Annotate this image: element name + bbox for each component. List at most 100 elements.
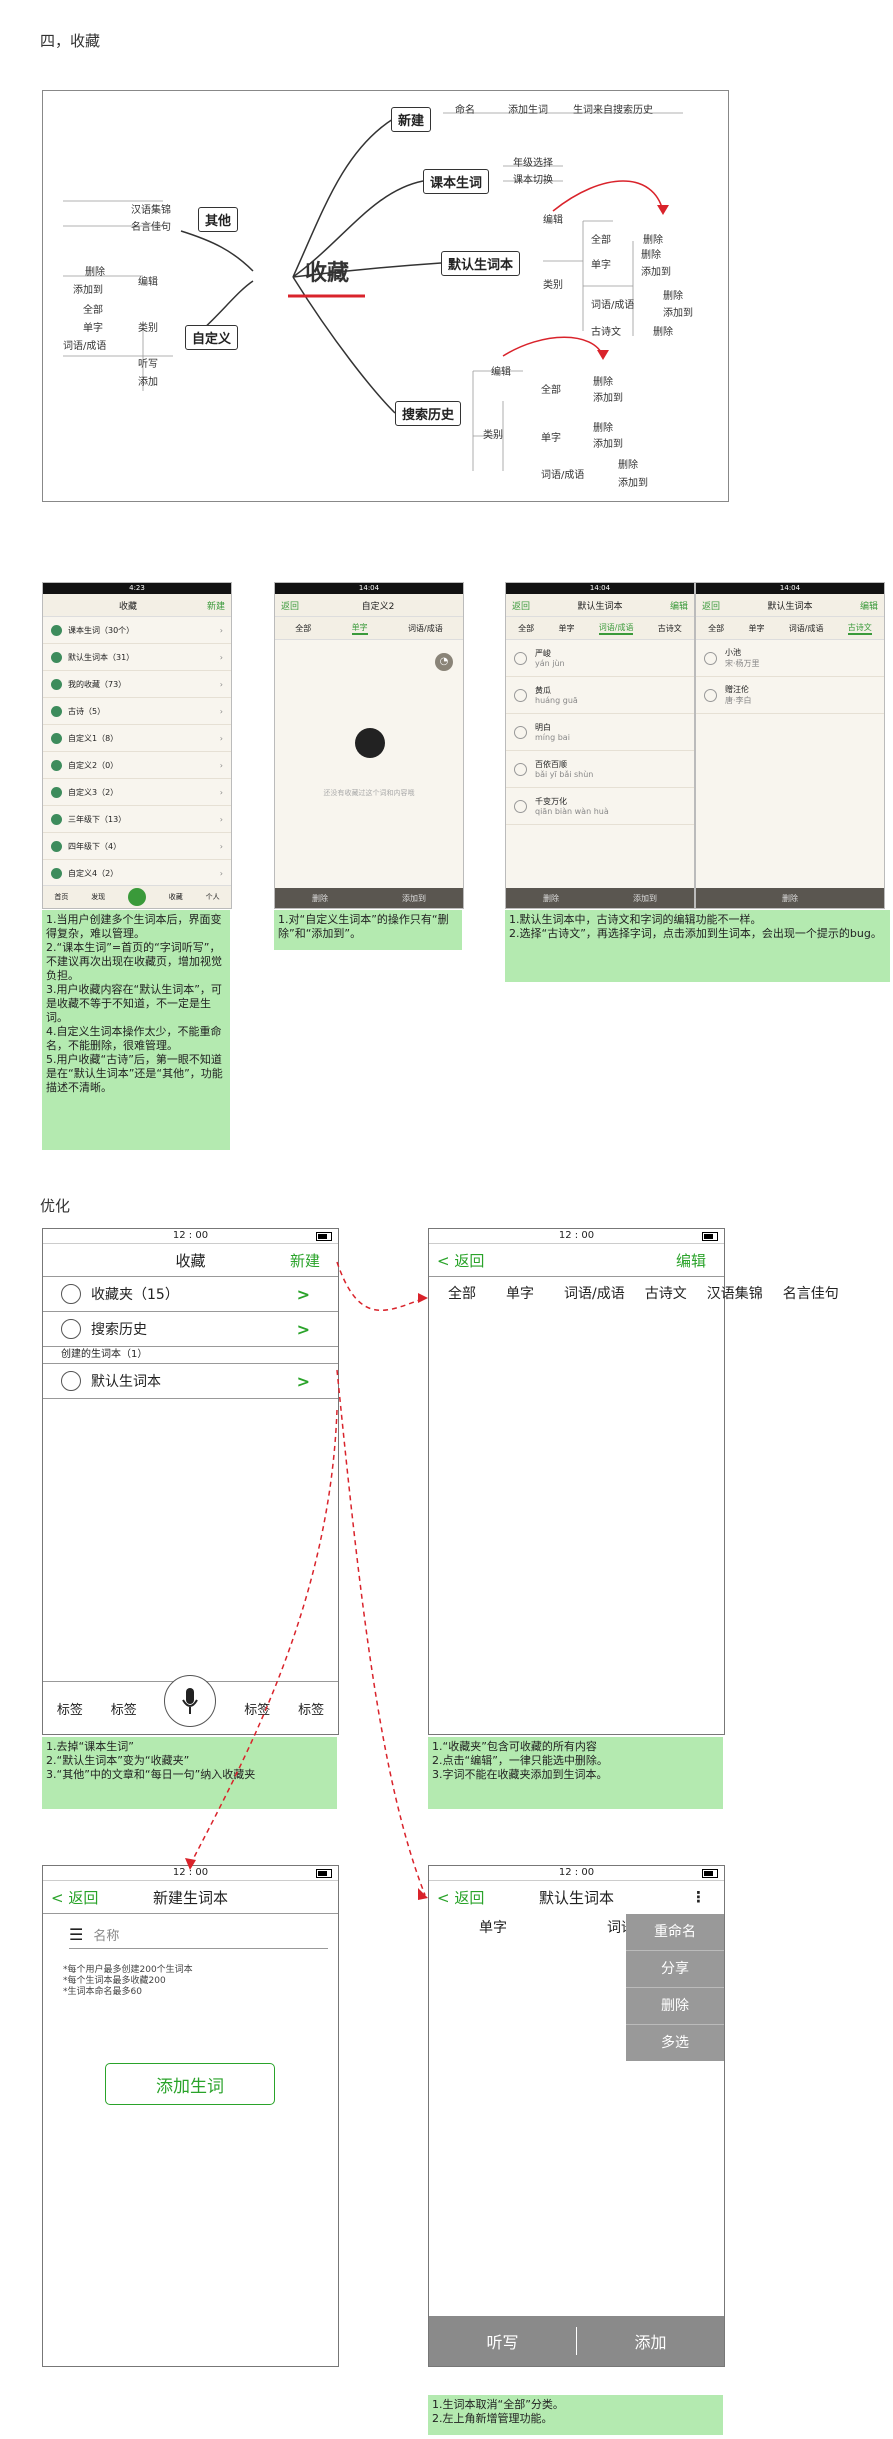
list-item[interactable]: 古诗（5） › — [43, 698, 231, 725]
name-field[interactable]: ☰ 名称 — [69, 1920, 328, 1949]
menu-item-rename[interactable]: 重命名 — [626, 1914, 724, 1951]
back-button[interactable]: 返回 — [512, 599, 530, 612]
list-item[interactable]: 我的收藏（73） › — [43, 671, 231, 698]
back-button[interactable]: < 返回 — [437, 1887, 484, 1908]
tag[interactable]: 标签 — [57, 1699, 83, 1718]
book-icon — [51, 705, 62, 717]
nav-bar: 收藏 新建 — [43, 594, 231, 617]
tab[interactable]: 古诗文 — [658, 623, 682, 634]
menu-item-share[interactable]: 分享 — [626, 1951, 724, 1988]
new-button[interactable]: 新建 — [290, 1250, 320, 1271]
tab-words[interactable]: 词语/成语 — [408, 623, 443, 634]
list-item[interactable]: 自定义1（8） › — [43, 725, 231, 752]
checkbox-icon[interactable] — [704, 688, 717, 702]
dictation-button[interactable]: 听写 — [429, 2329, 576, 2353]
header: 收藏 新建 — [43, 1244, 338, 1277]
edit-button[interactable]: 编辑 — [676, 1250, 706, 1271]
back-button[interactable]: 返回 — [281, 599, 299, 612]
status-bar: 14:04 — [506, 583, 694, 594]
more-icon[interactable]: ⋮ — [691, 1888, 706, 1906]
menu-item-delete[interactable]: 删除 — [626, 1988, 724, 2025]
list-item[interactable]: 默认生词本（31） › — [43, 644, 231, 671]
list-item[interactable]: 三年级下（13） › — [43, 806, 231, 833]
new-button[interactable]: 新建 — [207, 599, 225, 612]
list-item[interactable]: 自定义4（2） › — [43, 860, 231, 887]
add-words-button[interactable]: 添加生词 — [105, 2063, 275, 2105]
list-item[interactable]: 搜索历史 > — [43, 1312, 338, 1347]
word-item[interactable]: 明白 míng bai — [506, 714, 694, 751]
checkbox-icon[interactable] — [514, 725, 527, 739]
checkbox-icon[interactable] — [514, 651, 527, 665]
rules: *每个用户最多创建200个生词本 *每个生词本最多收藏200 *生词本命名最多60 — [63, 1965, 193, 1997]
tab[interactable]: 全部 — [448, 1283, 476, 1303]
menu-item-multiselect[interactable]: 多选 — [626, 2025, 724, 2061]
nav-title: 默认生词本 — [577, 601, 623, 612]
back-button[interactable]: 返回 — [702, 599, 720, 612]
tab[interactable]: 词语/成语 — [789, 623, 824, 634]
tab[interactable]: 单字 — [558, 623, 574, 634]
tab-discover[interactable]: 发现 — [91, 892, 105, 902]
tab[interactable]: 古诗文 — [645, 1283, 687, 1303]
word-item[interactable]: 百依百顺 bǎi yī bǎi shùn — [506, 751, 694, 788]
listen-icon[interactable]: ◔ — [435, 653, 453, 671]
tabs: 全部 单字 词语/成语 古诗文 — [506, 617, 694, 640]
tab-profile[interactable]: 个人 — [206, 892, 220, 902]
tag[interactable]: 标签 — [298, 1699, 324, 1718]
word-item[interactable]: 千变万化 qiān biàn wàn huà — [506, 788, 694, 825]
list-item[interactable]: 默认生词本 > — [43, 1364, 338, 1399]
tag[interactable]: 标签 — [244, 1699, 270, 1718]
word-item[interactable]: 赠汪伦 唐·李白 — [696, 677, 884, 714]
edit-button[interactable]: 编辑 — [670, 599, 688, 612]
tab[interactable]: 单字 — [748, 623, 764, 634]
tab[interactable]: 词语/成语 — [598, 622, 634, 635]
delete-button[interactable]: 删除 — [543, 893, 559, 904]
bottom-bar: 删除 — [696, 888, 884, 908]
mic-icon[interactable] — [164, 1675, 217, 1727]
tab[interactable]: 汉语集锦 — [707, 1283, 763, 1303]
list-item-label: 古诗（5） — [68, 706, 106, 716]
add-to-button[interactable]: 添加到 — [633, 893, 657, 904]
tab[interactable]: 词语/成语 — [564, 1283, 625, 1303]
list-item[interactable]: 课本生词（30个） › — [43, 617, 231, 644]
mic-icon[interactable] — [127, 888, 146, 906]
word: 小池 — [725, 648, 741, 657]
tab[interactable]: 名言佳句 — [783, 1283, 839, 1303]
checkbox-icon[interactable] — [514, 688, 527, 702]
mock-default-book-screen-b: 14:04 返回 默认生词本 编辑 全部 单字 词语/成语 古诗文 小池 宋·杨万… — [695, 582, 885, 909]
leaf: 命名 — [455, 105, 475, 116]
word-item[interactable]: 黄瓜 huáng guā — [506, 677, 694, 714]
tag[interactable]: 标签 — [111, 1699, 137, 1718]
tab[interactable]: 全部 — [708, 623, 724, 634]
list-item[interactable]: 自定义2（0） › — [43, 752, 231, 779]
tab[interactable]: 单字 — [506, 1283, 534, 1303]
tab[interactable]: 全部 — [518, 623, 534, 634]
add-button[interactable]: 添加 — [577, 2329, 724, 2353]
back-button[interactable]: < 返回 — [437, 1250, 484, 1271]
add-to-button[interactable]: 添加到 — [402, 893, 426, 904]
word: 百依百顺 — [535, 760, 567, 769]
delete-button[interactable]: 删除 — [782, 893, 798, 904]
tab-collection[interactable]: 收藏 — [169, 892, 183, 902]
leaf: 年级选择 — [513, 158, 553, 169]
tab-all[interactable]: 全部 — [295, 623, 311, 634]
list-item[interactable]: 自定义3（2） › — [43, 779, 231, 806]
menu-icon: ☰ — [69, 1924, 84, 1944]
delete-button[interactable]: 删除 — [312, 893, 328, 904]
section-title: 优化 — [40, 1197, 71, 1215]
checkbox-icon[interactable] — [514, 762, 527, 776]
edit-button[interactable]: 编辑 — [860, 599, 878, 612]
tab-single[interactable]: 单字 — [351, 622, 368, 635]
checkbox-icon[interactable] — [514, 799, 527, 813]
tab-home[interactable]: 首页 — [54, 892, 68, 902]
word-item[interactable]: 小池 宋·杨万里 — [696, 640, 884, 677]
header: < 返回 编辑 — [429, 1244, 724, 1277]
back-button[interactable]: < 返回 — [51, 1887, 98, 1908]
tab[interactable]: 单字 — [479, 1917, 507, 1937]
list-item[interactable]: 四年级下（4） › — [43, 833, 231, 860]
tab[interactable]: 古诗文 — [847, 622, 872, 635]
list-item[interactable]: 收藏夹（15） > — [43, 1277, 338, 1312]
word-item[interactable]: 严峻 yán jùn — [506, 640, 694, 677]
mock-collection-screen: 4:23 收藏 新建 课本生词（30个） › 默认生词本（31） › 我的收藏（73） ›… — [42, 582, 232, 909]
leaf: 编辑 — [543, 215, 563, 226]
checkbox-icon[interactable] — [704, 651, 717, 665]
